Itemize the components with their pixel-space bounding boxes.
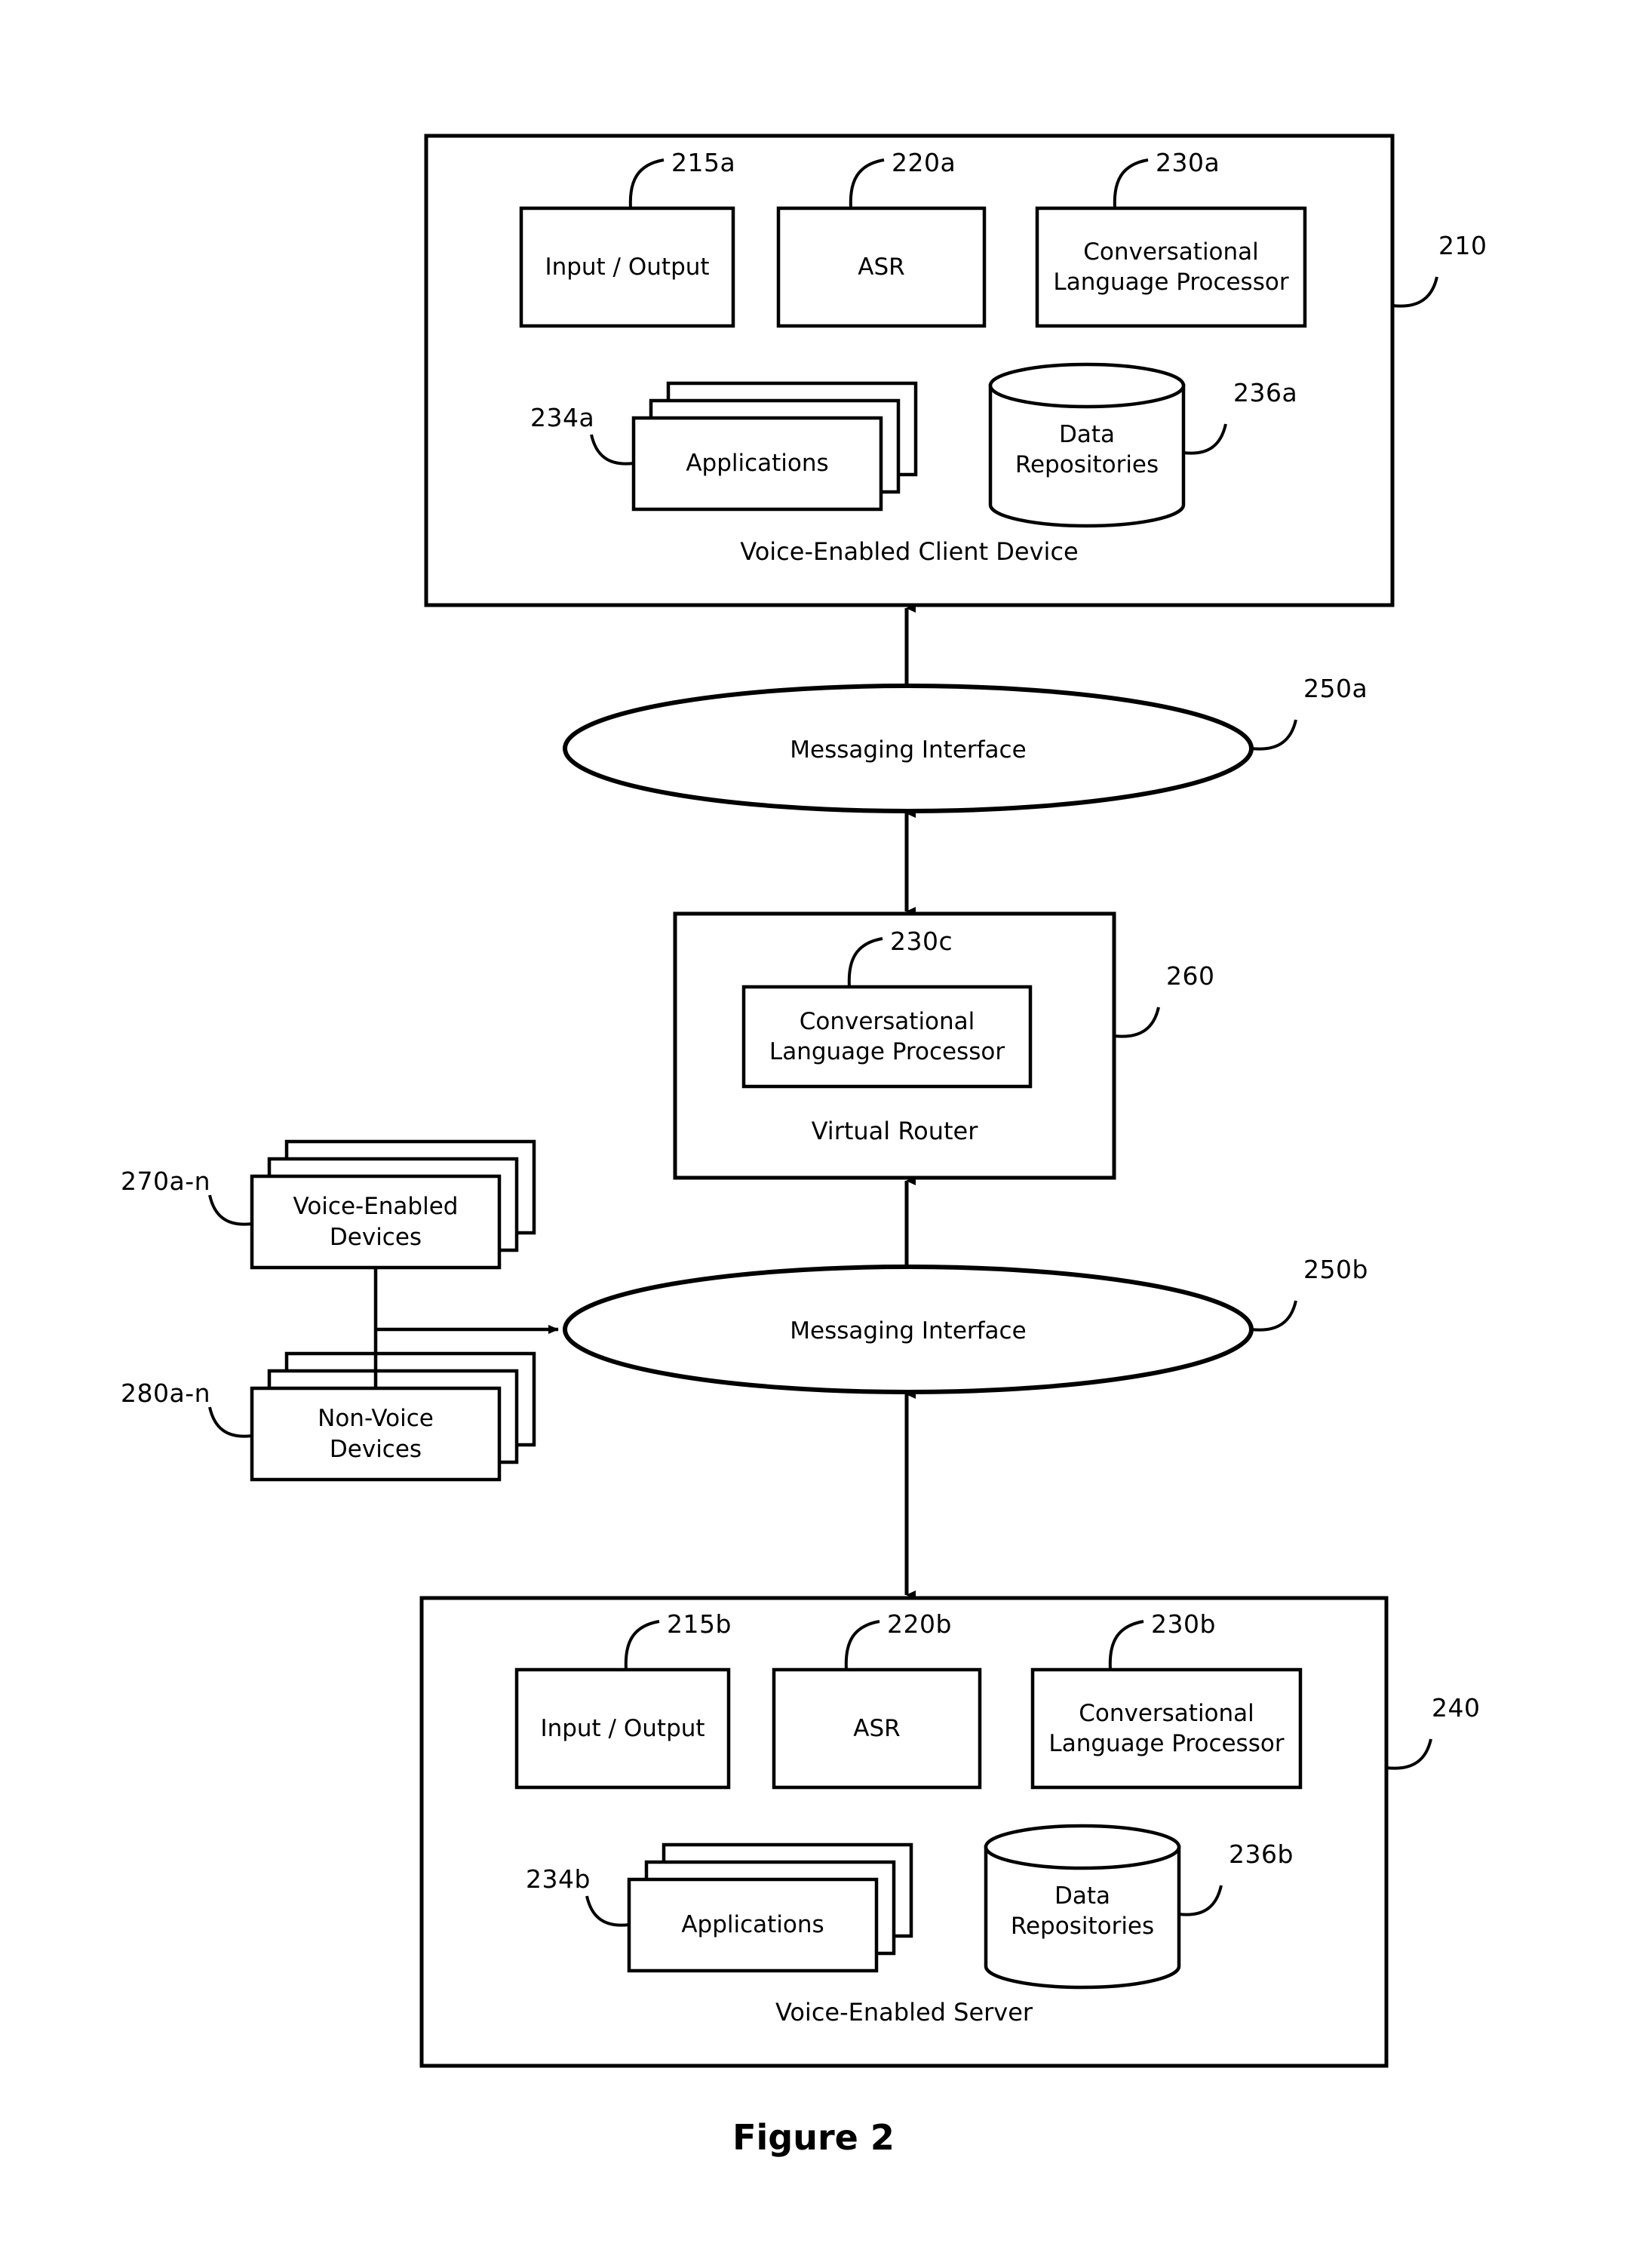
leader-250b [1251, 1300, 1297, 1332]
ref-260: 260 [1166, 961, 1215, 991]
leader-234a [590, 434, 634, 466]
client-device-caption: Voice-Enabled Client Device [740, 537, 1079, 566]
clp-box-client [1035, 206, 1307, 328]
asr-box-server [772, 1667, 982, 1790]
ref-250a: 250a [1303, 674, 1368, 703]
server-caption: Voice-Enabled Server [775, 1998, 1033, 2027]
ref-210: 210 [1438, 231, 1487, 260]
clp-box-server [1030, 1667, 1303, 1790]
data-repositories-cylinder-client [988, 362, 1186, 528]
leader-230b [1108, 1620, 1144, 1670]
ref-215b: 215b [667, 1609, 732, 1639]
virtual-router-caption: Virtual Router [811, 1117, 978, 1145]
leader-236b [1178, 1885, 1223, 1916]
ref-220a: 220a [892, 148, 956, 177]
patent-figure-page: Input / Output ASR Conversational Langua… [0, 0, 1627, 2268]
data-repositories-cylinder-server [984, 1824, 1181, 1990]
leader-230a [1113, 158, 1149, 209]
leader-280an [208, 1406, 253, 1438]
leader-220b [844, 1620, 880, 1670]
leader-215a [628, 158, 665, 209]
figure-caption: Figure 2 [732, 2117, 895, 2158]
ref-220b: 220b [887, 1609, 952, 1639]
ref-234a: 234a [530, 403, 595, 432]
leader-240 [1386, 1738, 1432, 1770]
voice-enabled-devices-stack [250, 1139, 536, 1270]
ref-230a: 230a [1156, 148, 1220, 177]
messaging-interface-top-label: Messaging Interface [790, 736, 1027, 764]
ref-230c: 230c [890, 927, 953, 956]
ref-280an: 280a-n [121, 1378, 211, 1408]
ref-215a: 215a [671, 148, 736, 177]
non-voice-devices-stack [250, 1351, 536, 1482]
leader-210 [1392, 276, 1438, 308]
ref-240: 240 [1432, 1693, 1481, 1723]
asr-box-client [776, 206, 987, 328]
ref-236b: 236b [1229, 1839, 1294, 1869]
leader-270an [208, 1194, 253, 1226]
messaging-interface-bottom-label: Messaging Interface [790, 1317, 1027, 1345]
leader-236a [1183, 423, 1227, 455]
applications-stack-server [627, 1842, 913, 1973]
ref-250b: 250b [1303, 1255, 1368, 1284]
client-device-container [424, 134, 1395, 607]
leader-260 [1113, 1006, 1160, 1038]
leader-250a [1251, 719, 1297, 751]
leader-215b [624, 1620, 660, 1670]
applications-stack-client [631, 381, 918, 512]
clp-box-router [741, 985, 1033, 1089]
leader-234b [585, 1895, 630, 1927]
ref-234b: 234b [526, 1864, 591, 1894]
ref-236a: 236a [1233, 378, 1298, 407]
ref-270an: 270a-n [121, 1166, 211, 1196]
io-box-server [514, 1667, 731, 1790]
io-box-client [519, 206, 735, 328]
leader-220a [849, 158, 885, 209]
ref-230b: 230b [1151, 1609, 1216, 1639]
